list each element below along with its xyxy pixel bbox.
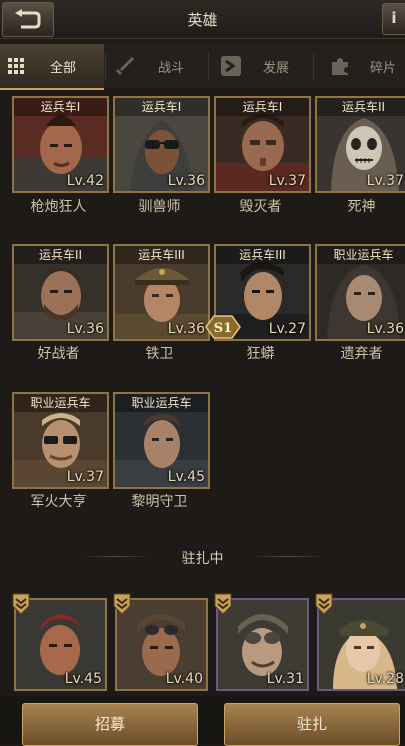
hero-name: 狂蟒	[246, 346, 275, 362]
hero-rank: 运兵车II	[14, 246, 107, 264]
garrison-title: 驻扎中	[181, 551, 224, 567]
tab-develop[interactable]: 发展	[209, 44, 311, 88]
hero-name: 好战者	[37, 346, 80, 362]
hero-card[interactable]: 运兵车II Lv.37	[315, 96, 405, 193]
info-button[interactable]: i	[382, 3, 405, 35]
hero-name: 军火大亨	[30, 494, 87, 510]
hero-rank: 运兵车III	[216, 246, 309, 264]
hero-rank: 职业运兵车	[14, 394, 107, 412]
recruit-button[interactable]: 招募	[22, 703, 198, 746]
hero-name: 遗弃者	[340, 346, 383, 362]
hero-level: Lv.40	[165, 671, 203, 687]
top-bar: 英雄 i	[0, 0, 405, 39]
garrison-button[interactable]: 驻扎	[224, 703, 400, 746]
tab-all-label: 全部	[50, 61, 77, 76]
hero-name: 死神	[347, 199, 376, 215]
page-title: 英雄	[187, 11, 218, 29]
tab-combat[interactable]: 战斗	[106, 44, 206, 88]
grid-icon	[8, 58, 24, 74]
hero-level: Lv.45	[64, 671, 102, 687]
tab-combat-label: 战斗	[158, 61, 185, 76]
hero-level: Lv.27	[268, 321, 306, 337]
hero-name: 毁灭者	[239, 199, 282, 215]
hero-name: 驯兽师	[138, 199, 181, 215]
garrison-badge-icon	[12, 593, 30, 615]
season-badge-text: S1	[214, 321, 232, 336]
hero-level: Lv.31	[266, 671, 304, 687]
develop-icon	[221, 56, 241, 76]
hero-level: Lv.42	[66, 173, 104, 189]
hero-card[interactable]: 运兵车I Lv.37	[214, 96, 311, 193]
garrison-badge-icon	[113, 593, 131, 615]
hero-card[interactable]: 运兵车I Lv.36	[113, 96, 210, 193]
tab-fragments[interactable]: 碎片	[314, 44, 405, 88]
hero-level: Lv.36	[366, 321, 404, 337]
hero-card[interactable]: 职业运兵车 Lv.36	[315, 244, 405, 341]
hero-level: Lv.37	[268, 173, 306, 189]
hero-card[interactable]: 运兵车III Lv.36	[113, 244, 210, 341]
hero-rank: 运兵车I	[216, 98, 309, 116]
hero-card[interactable]: 职业运兵车 Lv.45	[113, 392, 210, 489]
hero-level: Lv.45	[167, 469, 205, 485]
tab-develop-label: 发展	[263, 61, 290, 76]
sword-icon	[116, 57, 134, 75]
hero-card[interactable]: 运兵车I Lv.42	[12, 96, 109, 193]
hero-rank: 职业运兵车	[317, 246, 405, 264]
hero-level: Lv.37	[366, 173, 404, 189]
hero-level: Lv.36	[167, 173, 205, 189]
hero-card[interactable]: 职业运兵车 Lv.37	[12, 392, 109, 489]
hero-level: Lv.28	[366, 671, 404, 687]
garrison-badge-icon	[214, 593, 232, 615]
hero-name: 铁卫	[145, 346, 174, 362]
hero-level: Lv.36	[167, 321, 205, 337]
puzzle-icon	[332, 58, 348, 75]
hero-name: 黎明守卫	[131, 494, 188, 510]
section-divider	[253, 556, 323, 557]
hero-rank: 职业运兵车	[115, 394, 208, 412]
hero-level: Lv.36	[66, 321, 104, 337]
tab-all[interactable]: 全部	[0, 44, 104, 90]
info-icon: i	[391, 9, 397, 27]
tab-bar: 全部 战斗 发展 碎片	[0, 44, 405, 90]
hero-rank: 运兵车III	[115, 246, 208, 264]
hero-rank: 运兵车I	[115, 98, 208, 116]
hero-rank: 运兵车II	[317, 98, 405, 116]
hero-name: 枪炮狂人	[30, 199, 87, 215]
garrison-badge-icon	[315, 593, 333, 615]
tab-fragments-label: 碎片	[370, 61, 397, 76]
season-badge-icon: S1	[205, 315, 241, 339]
hero-rank: 运兵车I	[14, 98, 107, 116]
hero-level: Lv.37	[66, 469, 104, 485]
hero-card[interactable]: 运兵车II Lv.36	[12, 244, 109, 341]
